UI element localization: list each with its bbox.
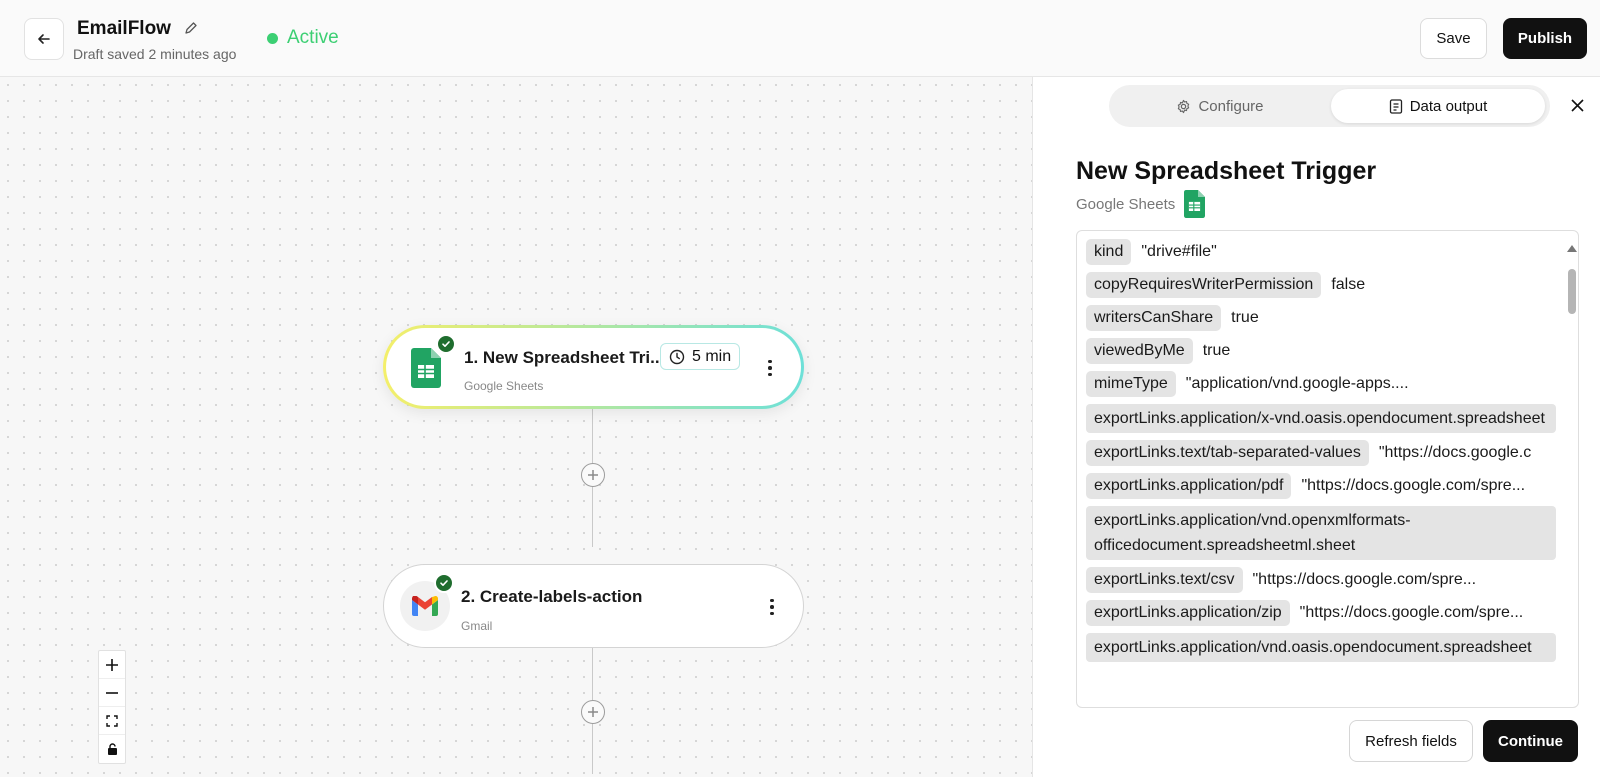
data-row[interactable]: writersCanShare true — [1086, 305, 1556, 331]
data-value: true — [1231, 309, 1259, 326]
add-step-button[interactable] — [581, 463, 605, 487]
check-icon — [436, 334, 456, 354]
tab-label: Data output — [1409, 97, 1488, 115]
lock-icon — [107, 743, 117, 755]
workflow-node-trigger[interactable]: 1. New Spreadsheet Tri... 5 min Google S… — [383, 325, 804, 409]
panel-tabs: Configure Data output — [1109, 85, 1550, 127]
workflow-canvas[interactable]: 1. New Spreadsheet Tri... 5 min Google S… — [0, 77, 1032, 777]
more-vertical-icon[interactable] — [763, 355, 777, 381]
fit-view-icon — [106, 714, 118, 727]
data-key: copyRequiresWriterPermission — [1086, 272, 1322, 298]
workflow-title: EmailFlow — [77, 18, 171, 39]
data-row[interactable]: exportLinks.application/vnd.openxmlforma… — [1086, 506, 1556, 560]
data-key: exportLinks.application/vnd.oasis.opendo… — [1086, 633, 1556, 662]
publish-button[interactable]: Publish — [1503, 18, 1587, 59]
zoom-out-icon — [106, 691, 118, 694]
schedule-badge[interactable]: 5 min — [660, 343, 741, 370]
google-sheets-icon — [1184, 190, 1206, 218]
close-button[interactable] — [1568, 96, 1586, 114]
data-key: exportLinks.application/vnd.openxmlforma… — [1086, 506, 1556, 560]
node-app-name: Gmail — [461, 619, 493, 633]
data-value: "https://docs.google.com/spre... — [1301, 477, 1526, 494]
data-rows: kind "drive#file" copyRequiresWriterPermis… — [1086, 239, 1556, 669]
plus-circle-icon — [588, 707, 598, 717]
data-row[interactable]: exportLinks.text/csv "https://docs.google… — [1086, 567, 1556, 593]
close-icon — [1570, 98, 1584, 112]
node-app-name: Google Sheets — [464, 379, 544, 393]
data-key: exportLinks.application/zip — [1086, 600, 1290, 626]
workflow-node-action[interactable]: 2. Create-labels-action Gmail — [383, 564, 804, 648]
zoom-controls — [98, 650, 126, 764]
tab-label: Configure — [1198, 97, 1264, 115]
scroll-up-arrow[interactable] — [1567, 245, 1577, 252]
data-key: viewedByMe — [1086, 338, 1193, 364]
draft-status: Draft saved 2 minutes ago — [73, 46, 237, 62]
data-row[interactable]: exportLinks.text/tab-separated-values "ht… — [1086, 440, 1556, 466]
gmail-icon — [412, 596, 438, 616]
status-dot — [267, 32, 278, 44]
node-title: 2. Create-labels-action — [461, 587, 643, 606]
data-value: "drive#file" — [1141, 243, 1217, 260]
refresh-fields-button[interactable]: Refresh fields — [1349, 720, 1473, 762]
tab-data-output[interactable]: Data output — [1331, 89, 1545, 123]
data-row[interactable]: exportLinks.application/vnd.oasis.opendo… — [1086, 633, 1556, 662]
scrollbar[interactable] — [1566, 239, 1578, 699]
source-app-name: Google Sheets — [1076, 195, 1176, 213]
zoom-in-icon — [106, 658, 118, 671]
document-icon — [1389, 98, 1402, 114]
data-row[interactable]: mimeType "application/vnd.google-apps.... — [1086, 371, 1556, 397]
fit-view-button[interactable] — [99, 707, 125, 735]
continue-button[interactable]: Continue — [1483, 720, 1578, 762]
top-bar: EmailFlow Draft saved 2 minutes ago Acti… — [0, 0, 1600, 77]
data-key: kind — [1086, 239, 1132, 265]
clock-icon — [669, 349, 685, 364]
gear-icon — [1178, 99, 1190, 113]
schedule-interval: 5 min — [692, 347, 732, 365]
data-row[interactable]: kind "drive#file" — [1086, 239, 1556, 265]
data-key: exportLinks.application/pdf — [1086, 473, 1292, 499]
side-panel: Configure Data output New Spreadsheet Tr… — [1032, 77, 1600, 777]
data-key: exportLinks.application/x-vnd.oasis.open… — [1086, 404, 1556, 433]
google-sheets-icon — [411, 348, 441, 388]
add-step-button[interactable] — [581, 700, 605, 724]
panel-source: Google Sheets — [1076, 190, 1206, 218]
data-row[interactable]: copyRequiresWriterPermission false — [1086, 272, 1556, 298]
check-icon — [434, 573, 454, 593]
data-key: exportLinks.text/csv — [1086, 567, 1243, 593]
data-row[interactable]: exportLinks.application/x-vnd.oasis.open… — [1086, 404, 1556, 433]
node-title: 1. New Spreadsheet Tri... — [464, 348, 665, 367]
status-badge: Active — [267, 27, 339, 49]
data-value: "https://docs.google.com/spre... — [1252, 571, 1477, 588]
data-value: "https://docs.google.c — [1378, 444, 1532, 461]
save-button[interactable]: Save — [1420, 18, 1487, 59]
data-value: "https://docs.google.com/spre... — [1299, 604, 1524, 621]
data-key: exportLinks.text/tab-separated-values — [1086, 440, 1369, 466]
data-value: false — [1331, 276, 1366, 293]
data-row[interactable]: viewedByMe true — [1086, 338, 1556, 364]
lock-button[interactable] — [99, 735, 125, 763]
pencil-icon[interactable] — [183, 20, 199, 36]
zoom-out-button[interactable] — [99, 679, 125, 707]
data-value: true — [1202, 342, 1231, 359]
tab-configure[interactable]: Configure — [1113, 89, 1327, 123]
back-arrow-icon — [38, 34, 50, 44]
data-row[interactable]: exportLinks.application/zip "https://docs… — [1086, 600, 1556, 626]
data-row[interactable]: exportLinks.application/pdf "https://docs… — [1086, 473, 1556, 499]
scroll-thumb[interactable] — [1568, 269, 1576, 314]
data-value: "application/vnd.google-apps.... — [1185, 375, 1409, 392]
data-key: writersCanShare — [1086, 305, 1222, 331]
data-output-list[interactable]: kind "drive#file" copyRequiresWriterPermis… — [1076, 230, 1579, 708]
plus-circle-icon — [588, 470, 598, 480]
zoom-in-button[interactable] — [99, 651, 125, 679]
back-button[interactable] — [24, 18, 64, 60]
status-label: Active — [287, 27, 339, 48]
more-vertical-icon[interactable] — [765, 594, 779, 620]
data-key: mimeType — [1086, 371, 1176, 397]
panel-title: New Spreadsheet Trigger — [1076, 157, 1377, 185]
